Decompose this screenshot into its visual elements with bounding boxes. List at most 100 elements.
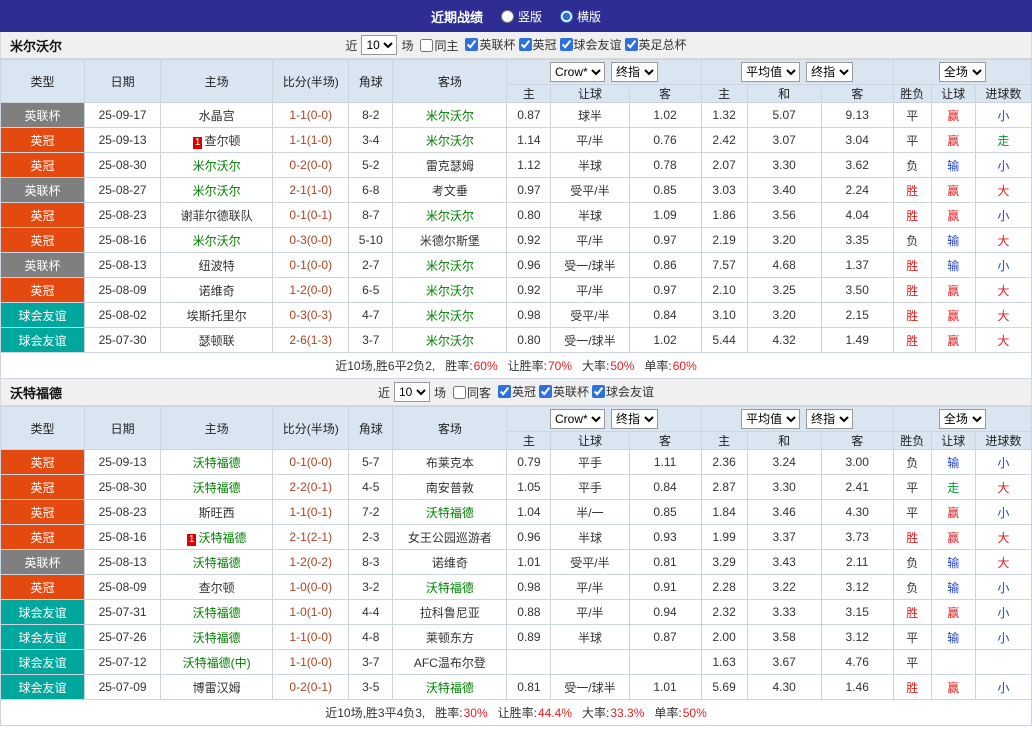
result-goals: 大 [974,327,1032,353]
league-checkbox[interactable] [465,38,479,51]
euro-stage-select[interactable]: 终指 [806,409,854,429]
match-row: 球会友谊 25-07-12 沃特福德(中) 1-1(0-0) 3-7 AFC温布尔登 1.6… [0,649,1032,675]
result-handicap: 赢 [930,524,976,550]
league-badge: 球会友谊 [0,599,86,625]
same-venue-checkbox[interactable] [452,385,466,399]
score: 1-0(0-0) [272,574,350,600]
league-checkbox[interactable] [518,38,532,51]
result-handicap: 赢 [930,277,976,303]
league-filter[interactable]: 英冠 [518,36,557,53]
team-name-text: 米尔沃尔 [425,133,474,148]
rank-badge: 1 [186,533,197,546]
league-checkbox[interactable] [592,385,606,398]
home-team: 沃特福德 [160,549,274,575]
team-name-text: 纽波特 [198,258,235,273]
asian-stage-select[interactable]: 终指 [611,62,658,82]
match-date: 25-07-09 [84,674,162,700]
away-team: 沃特福德 [392,574,508,600]
euro-stage-select[interactable]: 终指 [806,62,854,82]
summary-stat-label: 大率: [582,706,610,720]
match-count-select[interactable]: 10 [393,382,430,402]
bookmaker-select[interactable]: Crow* [550,409,605,429]
match-date: 25-08-09 [84,277,162,303]
same-venue-filter[interactable]: 同客 [452,384,491,401]
league-filter[interactable]: 英冠 [498,383,536,400]
result-wdl: 平 [892,624,932,650]
league-checkbox[interactable] [624,38,638,51]
result-wdl: 胜 [892,674,932,700]
bookmaker-select[interactable]: Crow* [550,62,605,82]
league-checkbox[interactable] [559,38,573,51]
league-checkbox[interactable] [498,385,511,398]
euro-away-odds: 3.50 [820,277,894,303]
corners: 4-5 [348,474,394,500]
asian-away-odds: 0.97 [628,277,702,303]
scope-select[interactable]: 全场 [938,409,986,429]
summary-stat-label: 大率: [582,359,610,373]
league-checkbox[interactable] [539,385,553,398]
league-filter[interactable]: 英联杯 [465,36,516,53]
asian-home-odds: 1.01 [506,549,552,575]
euro-draw-odds: 3.43 [746,549,822,575]
league-badge: 球会友谊 [0,327,86,353]
asian-away-odds: 0.78 [628,152,702,178]
result-handicap: 赢 [930,499,976,525]
league-badge: 英联杯 [0,102,86,128]
euro-home-odds: 7.57 [700,252,748,278]
page-title: 近期战绩 [430,9,483,25]
league-filter[interactable]: 英联杯 [539,383,589,400]
asian-home-odds: 1.12 [506,152,552,178]
asian-stage-select[interactable]: 终指 [611,409,658,429]
layout-option-vertical[interactable]: 竖版 [500,8,542,25]
away-team: 拉科鲁尼亚 [392,599,508,625]
col-euro-away: 客 [820,84,894,103]
scope-select[interactable]: 全场 [938,62,986,82]
league-badge: 球会友谊 [0,302,86,328]
league-badge: 英冠 [0,574,86,600]
result-wdl: 负 [892,449,932,475]
vertical-layout-radio[interactable] [500,9,514,23]
score: 0-1(0-0) [272,449,350,475]
match-row: 球会友谊 25-08-02 埃斯托里尔 0-3(0-3) 4-7 米尔沃尔 0.98 受平/半… [0,302,1032,328]
match-date: 25-08-16 [84,227,162,253]
near-label: 近 [345,38,358,53]
result-handicap: 赢 [930,102,976,128]
team-name-text: 米尔沃尔 [425,258,474,273]
team-name-text: 米尔沃尔 [425,308,474,323]
result-goals [974,649,1032,675]
asian-home-odds: 0.96 [506,524,552,550]
layout-option-horizontal[interactable]: 横版 [560,8,601,25]
league-filter[interactable]: 球会友谊 [559,36,622,53]
euro-draw-odds: 3.20 [746,302,822,328]
result-wdl: 胜 [892,252,932,278]
match-date: 25-07-12 [84,649,162,675]
league-filter[interactable]: 球会友谊 [592,383,654,400]
away-team: 莱顿东方 [392,624,508,650]
col-asian-home: 主 [506,84,552,103]
euro-home-odds: 5.69 [700,674,748,700]
league-badge: 英冠 [0,152,86,178]
league-badge: 球会友谊 [0,674,86,700]
summary-stat-label: 胜率: [435,706,463,720]
same-venue-filter[interactable]: 同主 [420,37,458,54]
summary-stat-label: 单率: [654,706,682,720]
horizontal-layout-radio[interactable] [560,9,573,23]
league-filter[interactable]: 英足总杯 [624,36,687,53]
score: 0-1(0-1) [272,202,350,228]
result-wdl: 胜 [892,524,932,550]
euro-home-odds: 1.32 [700,102,748,128]
asian-home-odds: 0.98 [506,574,552,600]
score: 1-1(0-0) [272,649,350,675]
euro-average-select[interactable]: 平均值 [741,409,801,429]
league-label: 球会友谊 [606,385,655,399]
away-team: 沃特福德 [392,674,508,700]
asian-handicap: 半球 [550,524,630,550]
euro-home-odds: 1.63 [700,649,748,675]
euro-average-select[interactable]: 平均值 [741,62,801,82]
corners: 3-7 [348,649,394,675]
asian-away-odds: 0.97 [628,227,702,253]
corners: 2-7 [348,252,394,278]
match-count-select[interactable]: 10 [361,35,398,55]
same-venue-checkbox[interactable] [420,38,434,52]
euro-home-odds: 2.07 [700,152,748,178]
